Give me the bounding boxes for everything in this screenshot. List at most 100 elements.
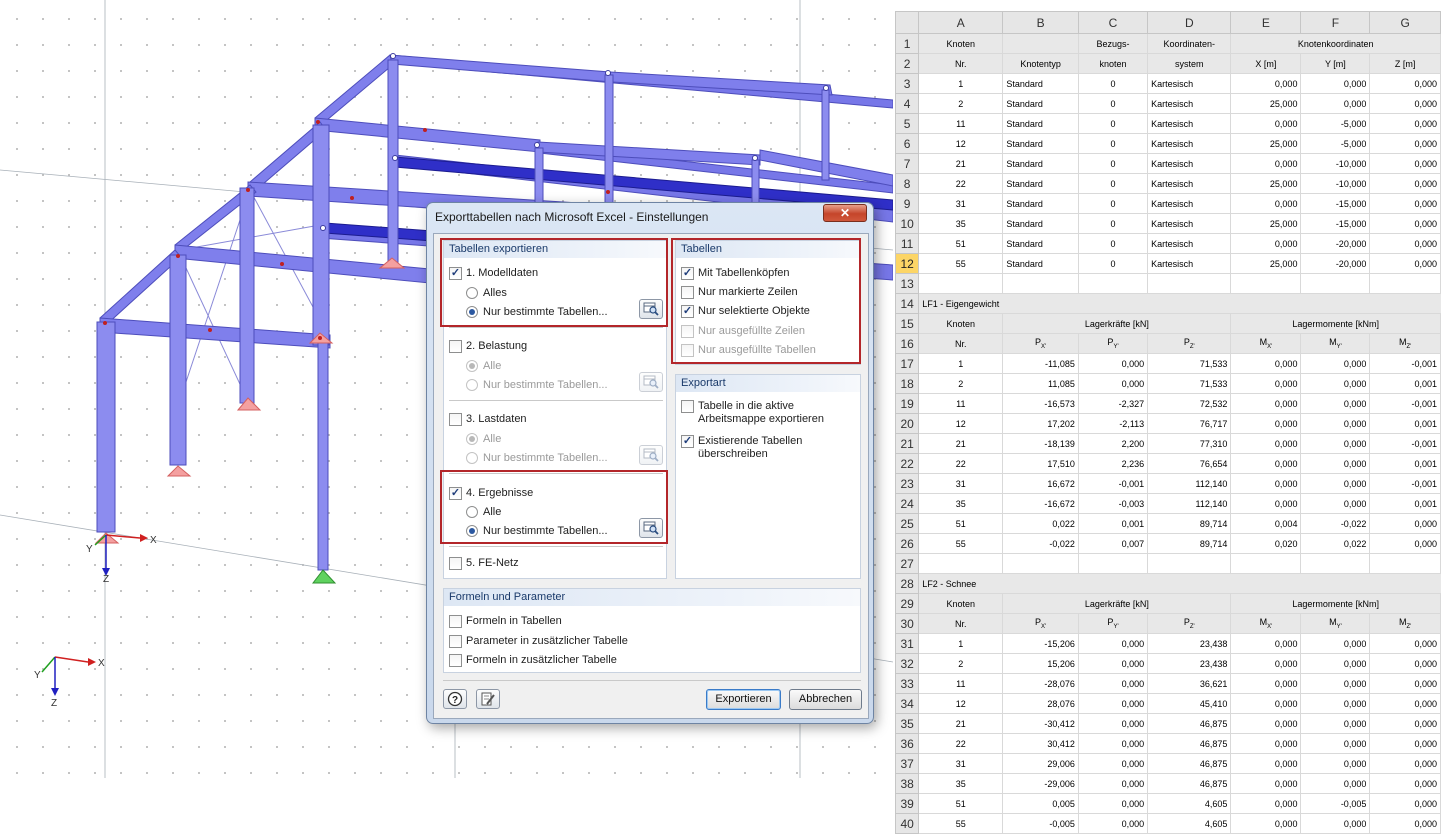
cell[interactable]: 22	[918, 173, 1004, 194]
radio-circle[interactable]	[466, 525, 478, 537]
cell[interactable]: 35	[918, 493, 1004, 514]
cell[interactable]: 0,000	[1300, 473, 1371, 494]
cell[interactable]: Kartesisch	[1147, 253, 1232, 274]
column-header[interactable]: D	[1147, 11, 1232, 34]
edit-button[interactable]	[476, 689, 500, 709]
cell[interactable]: -0,001	[1077, 473, 1149, 494]
column-header[interactable]: F	[1300, 11, 1371, 34]
cell[interactable]: 0,000	[1300, 753, 1371, 774]
cell[interactable]: 0,022	[1002, 513, 1079, 534]
row-header[interactable]: 36	[895, 733, 920, 754]
cell[interactable]: 71,533	[1147, 353, 1232, 374]
cell[interactable]: 112,140	[1147, 493, 1232, 514]
header-cell[interactable]: Lagermomente [kNm]	[1230, 313, 1441, 334]
cell[interactable]: 0,001	[1369, 453, 1441, 474]
cell[interactable]: 0,000	[1369, 793, 1441, 814]
checkbox-parameter-zusaetzlich[interactable]: Parameter in zusätzlicher Tabelle	[449, 633, 628, 649]
cell[interactable]: 0,000	[1369, 133, 1441, 154]
cell[interactable]: 0,000	[1230, 113, 1302, 134]
cell[interactable]: -2,327	[1077, 393, 1149, 414]
select-tables-lastdaten-button[interactable]	[639, 445, 663, 465]
cell[interactable]: 0,000	[1300, 493, 1371, 514]
cell[interactable]: -16,573	[1002, 393, 1079, 414]
cell[interactable]: 11	[918, 673, 1004, 694]
cell[interactable]	[1369, 293, 1441, 314]
checkbox-box[interactable]: ✓	[449, 486, 462, 500]
cell[interactable]	[1147, 553, 1232, 574]
checkbox-box[interactable]	[449, 556, 462, 570]
cell[interactable]: 0,000	[1230, 473, 1302, 494]
cell[interactable]: 0,000	[1230, 493, 1302, 514]
cell[interactable]: 36,621	[1147, 673, 1232, 694]
cell[interactable]: -11,085	[1002, 353, 1079, 374]
cell[interactable]: 0,000	[1369, 753, 1441, 774]
cell[interactable]: 0	[1077, 133, 1149, 154]
column-header[interactable]: E	[1230, 11, 1302, 34]
cell[interactable]: 2,236	[1077, 453, 1149, 474]
checkbox-box[interactable]	[449, 614, 462, 628]
row-header[interactable]: 31	[895, 633, 920, 654]
load-case-title[interactable]: LF2 - Schnee	[918, 573, 1004, 594]
cell[interactable]: 0,000	[1230, 733, 1302, 754]
cell[interactable]: 0,000	[1300, 653, 1371, 674]
cell[interactable]: 0,000	[1369, 73, 1441, 94]
cell[interactable]	[1002, 293, 1079, 314]
column-header[interactable]: C	[1077, 11, 1149, 34]
row-header[interactable]: 2	[895, 53, 920, 74]
cell[interactable]	[1300, 293, 1371, 314]
cell[interactable]	[1369, 553, 1441, 574]
row-header[interactable]: 38	[895, 773, 920, 794]
header-cell[interactable]: Nr.	[918, 53, 1004, 74]
checkbox-formeln-zusaetzlich[interactable]: Formeln in zusätzlicher Tabelle	[449, 652, 617, 668]
row-header[interactable]: 40	[895, 813, 920, 834]
cell[interactable]: 55	[918, 533, 1004, 554]
cell[interactable]: 0,000	[1230, 793, 1302, 814]
sheet-grid[interactable]: A B C D E F G 1 Knoten Bezugs- Koordinaten- Knotenk…	[895, 11, 1441, 834]
cell[interactable]: 0,000	[1369, 733, 1441, 754]
cell[interactable]: 46,875	[1147, 753, 1232, 774]
row-header[interactable]: 32	[895, 653, 920, 674]
cell[interactable]: 0,000	[1077, 713, 1149, 734]
row-header[interactable]: 12	[895, 253, 920, 274]
cell[interactable]: 0,000	[1369, 693, 1441, 714]
cell[interactable]: 0,005	[1002, 793, 1079, 814]
header-cell[interactable]: Nr.	[918, 333, 1004, 354]
select-tables-belastung-button[interactable]	[639, 372, 663, 392]
cell[interactable]: 71,533	[1147, 373, 1232, 394]
header-cell[interactable]: Knotentyp	[1002, 53, 1079, 74]
cell[interactable]: 0,000	[1230, 433, 1302, 454]
column-header[interactable]: B	[1002, 11, 1079, 34]
help-button[interactable]: ?	[443, 689, 467, 709]
cell[interactable]: -16,672	[1002, 493, 1079, 514]
cell[interactable]: 4,605	[1147, 813, 1232, 834]
radio-circle[interactable]	[466, 287, 478, 299]
cell[interactable]: Standard	[1002, 73, 1079, 94]
cell[interactable]	[1230, 573, 1302, 594]
cell[interactable]: 35	[918, 213, 1004, 234]
header-cell[interactable]: Knoten	[918, 33, 1004, 54]
cell[interactable]: 0,001	[1077, 513, 1149, 534]
cell[interactable]: 4,605	[1147, 793, 1232, 814]
cell[interactable]: 0,000	[1077, 673, 1149, 694]
cell[interactable]: 76,717	[1147, 413, 1232, 434]
cell[interactable]: 35	[918, 773, 1004, 794]
header-cell[interactable]: Nr.	[918, 613, 1004, 634]
cell[interactable]: 0,000	[1300, 813, 1371, 834]
cell[interactable]: 0,000	[1077, 773, 1149, 794]
column-header[interactable]: A	[918, 11, 1004, 34]
cell[interactable]: -15,000	[1300, 193, 1371, 214]
cell[interactable]: 1	[918, 353, 1004, 374]
cell[interactable]	[1147, 273, 1232, 294]
radio-belastung-alle[interactable]: Alle	[466, 358, 501, 374]
row-header[interactable]: 30	[895, 613, 920, 634]
radio-modelldaten-bestimmte[interactable]: Nur bestimmte Tabellen...	[466, 304, 608, 320]
cell[interactable]: 0,020	[1230, 533, 1302, 554]
cell[interactable]: 0,001	[1369, 373, 1441, 394]
cell[interactable]: 0,000	[1077, 353, 1149, 374]
select-all-corner[interactable]	[895, 11, 920, 34]
cell[interactable]: 0,000	[1369, 233, 1441, 254]
row-header[interactable]: 1	[895, 33, 920, 54]
row-header[interactable]: 9	[895, 193, 920, 214]
row-header[interactable]: 22	[895, 453, 920, 474]
row-header[interactable]: 16	[895, 333, 920, 354]
